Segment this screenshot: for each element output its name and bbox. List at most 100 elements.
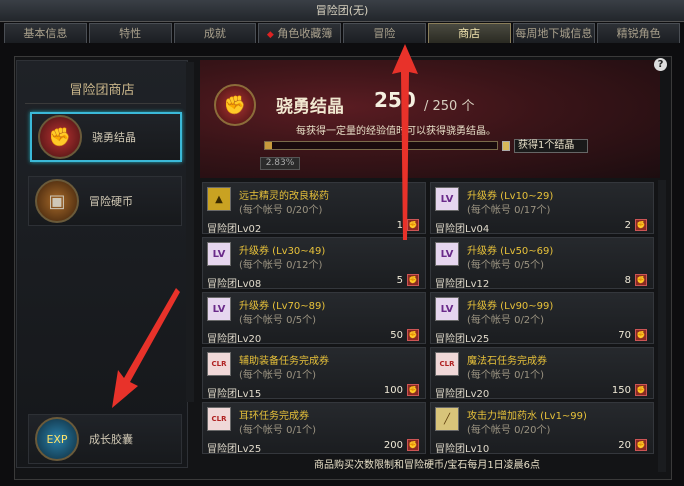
tab-character-collection-label: 角色收藏簿 (277, 27, 333, 40)
currency-name: 骁勇结晶 (276, 97, 344, 117)
item-name: 升级券 (Lv50~69) (467, 246, 554, 257)
crystal-coin-icon: ✊ (635, 439, 647, 451)
item-name: 升级券 (Lv10~29) (467, 191, 554, 202)
crystal-coin-icon: ✊ (407, 439, 419, 451)
item-limit: (每个帐号 0/20个) (239, 205, 323, 216)
tab-character-collection[interactable]: ◆ 角色收藏簿 (258, 23, 341, 43)
item-level: 冒险团Lv02 (207, 224, 262, 235)
help-icon[interactable]: ? (654, 58, 667, 71)
item-name: 辅助装备任务完成券 (239, 356, 329, 367)
fist-icon: ✊ (214, 84, 256, 126)
shop-item-grid: ▲ 远古精灵的改良秘药 (每个帐号 0/20个) 冒险团Lv02 1 ✊ LV … (200, 180, 654, 455)
footer-note: 商品购买次数限制和冒险硬币/宝石每月1日凌晨6点 (313, 460, 541, 471)
item-level: 冒险团Lv20 (207, 334, 262, 345)
shop-item-card[interactable]: LV 升级券 (Lv90~99) (每个帐号 0/2个) 冒险团Lv25 70 … (430, 292, 654, 345)
crystal-coin-icon: ✊ (635, 329, 647, 341)
item-price: 200 (383, 440, 403, 451)
treasure-chest-icon: ▣ (35, 179, 79, 223)
level-ticket-icon: LV (435, 242, 459, 266)
item-level: 冒险团Lv25 (435, 334, 490, 345)
item-level: 冒险团Lv08 (207, 279, 262, 290)
sidebar-item-label: 成长胶囊 (89, 433, 133, 446)
shop-item-card[interactable]: CLR 魔法石任务完成券 (每个帐号 0/1个) 冒险团Lv20 150 ✊ (430, 347, 654, 400)
shop-item-card[interactable]: LV 升级券 (Lv30~49) (每个帐号 0/12个) 冒险团Lv08 5 … (202, 237, 426, 290)
tab-basic-info[interactable]: 基本信息 (4, 23, 87, 43)
item-scrollbar[interactable] (658, 180, 666, 472)
progress-percent: 2.83% (260, 157, 300, 170)
crystal-coin-icon: ✊ (635, 274, 647, 286)
item-price: 100 (383, 385, 403, 396)
shop-item-card[interactable]: LV 升级券 (Lv70~89) (每个帐号 0/5个) 冒险团Lv20 50 … (202, 292, 426, 345)
item-limit: (每个帐号 0/5个) (467, 260, 545, 271)
shop-item-card[interactable]: LV 升级券 (Lv10~29) (每个帐号 0/17个) 冒险团Lv04 2 … (430, 182, 654, 235)
fist-icon: ✊ (38, 115, 82, 159)
clear-ticket-icon: CLR (207, 407, 231, 431)
progress-bar (264, 141, 498, 150)
crystal-coin-icon: ✊ (407, 274, 419, 286)
tab-elite-characters[interactable]: 精锐角色 (597, 23, 680, 43)
item-level: 冒险团Lv25 (207, 444, 262, 455)
item-limit: (每个帐号 0/1个) (239, 370, 317, 381)
tab-achievements[interactable]: 成就 (173, 23, 257, 43)
level-ticket-icon: LV (435, 297, 459, 321)
crystal-coin-icon: ✊ (635, 219, 647, 231)
item-level: 冒险团Lv20 (435, 389, 490, 400)
crystal-coin-icon: ✊ (407, 329, 419, 341)
sidebar-scrollbar[interactable] (186, 62, 194, 402)
item-limit: (每个帐号 0/17个) (467, 205, 551, 216)
progress-end-marker (502, 141, 510, 151)
item-price: 50 (390, 330, 403, 341)
arrow-down-annotation-icon (112, 288, 180, 408)
shop-item-card[interactable]: CLR 耳环任务完成券 (每个帐号 0/1个) 冒险团Lv25 200 ✊ (202, 402, 426, 455)
tab-weekly-dungeon[interactable]: 每周地下城信息 (512, 23, 596, 43)
item-level: 冒险团Lv12 (435, 279, 490, 290)
item-price: 8 (624, 275, 631, 286)
item-name: 魔法石任务完成券 (467, 356, 547, 367)
sidebar-item-adventure-coin[interactable]: ▣ 冒险硬币 (28, 176, 182, 226)
tab-adventure[interactable]: 冒险 (343, 23, 426, 43)
item-name: 升级券 (Lv30~49) (239, 246, 326, 257)
attack-potion-icon: ╱ (435, 407, 459, 431)
tab-shop[interactable]: 商店 (427, 23, 511, 43)
sidebar-divider (25, 103, 181, 104)
sidebar-title: 冒险团商店 (69, 83, 135, 98)
tab-bar: 基本信息 特性 成就 ◆ 角色收藏簿 冒险 商店 每周地下城信息 精锐角色 (4, 23, 680, 43)
level-ticket-icon: LV (207, 242, 231, 266)
item-level: 冒险团Lv15 (207, 389, 262, 400)
sidebar-item-growth-capsule[interactable]: EXP 成长胶囊 (28, 414, 182, 464)
progress-goal: 获得1个结晶 (514, 139, 588, 153)
tab-traits[interactable]: 特性 (88, 23, 172, 43)
item-name: 升级券 (Lv70~89) (239, 301, 326, 312)
progress-fill (265, 142, 272, 149)
clear-ticket-icon: CLR (207, 352, 231, 376)
exp-capsule-icon: EXP (35, 417, 79, 461)
shop-item-card[interactable]: LV 升级券 (Lv50~69) (每个帐号 0/5个) 冒险团Lv12 8 ✊ (430, 237, 654, 290)
item-level: 冒险团Lv04 (435, 224, 490, 235)
item-name: 耳环任务完成券 (239, 411, 309, 422)
window-titlebar: 冒险团(无) (0, 0, 684, 22)
currency-max: / 250 个 (424, 99, 475, 114)
crystal-coin-icon: ✊ (635, 384, 647, 396)
item-limit: (每个帐号 0/1个) (467, 370, 545, 381)
shop-item-card[interactable]: ╱ 攻击力增加药水 (Lv1~99) (每个帐号 0/20个) 冒险团Lv10 … (430, 402, 654, 455)
level-ticket-icon: LV (435, 187, 459, 211)
item-price: 2 (624, 220, 631, 231)
item-limit: (每个帐号 0/12个) (239, 260, 323, 271)
potion-icon: ▲ (207, 187, 231, 211)
item-limit: (每个帐号 0/20个) (467, 425, 551, 436)
item-limit: (每个帐号 0/2个) (467, 315, 545, 326)
item-price: 70 (618, 330, 631, 341)
item-price: 20 (618, 440, 631, 451)
item-name: 升级券 (Lv90~99) (467, 301, 554, 312)
crystal-coin-icon: ✊ (407, 384, 419, 396)
shop-item-card[interactable]: CLR 辅助装备任务完成券 (每个帐号 0/1个) 冒险团Lv15 100 ✊ (202, 347, 426, 400)
sidebar-item-label: 冒险硬币 (89, 195, 133, 208)
clear-ticket-icon: CLR (435, 352, 459, 376)
sidebar-item-valor-crystal[interactable]: ✊ 骁勇结晶 (30, 112, 182, 162)
window-title: 冒险团(无) (315, 4, 369, 17)
item-limit: (每个帐号 0/5个) (239, 315, 317, 326)
arrow-up-annotation-icon (392, 44, 418, 240)
item-name: 远古精灵的改良秘药 (239, 191, 329, 202)
item-name: 攻击力增加药水 (Lv1~99) (467, 411, 587, 422)
level-ticket-icon: LV (207, 297, 231, 321)
